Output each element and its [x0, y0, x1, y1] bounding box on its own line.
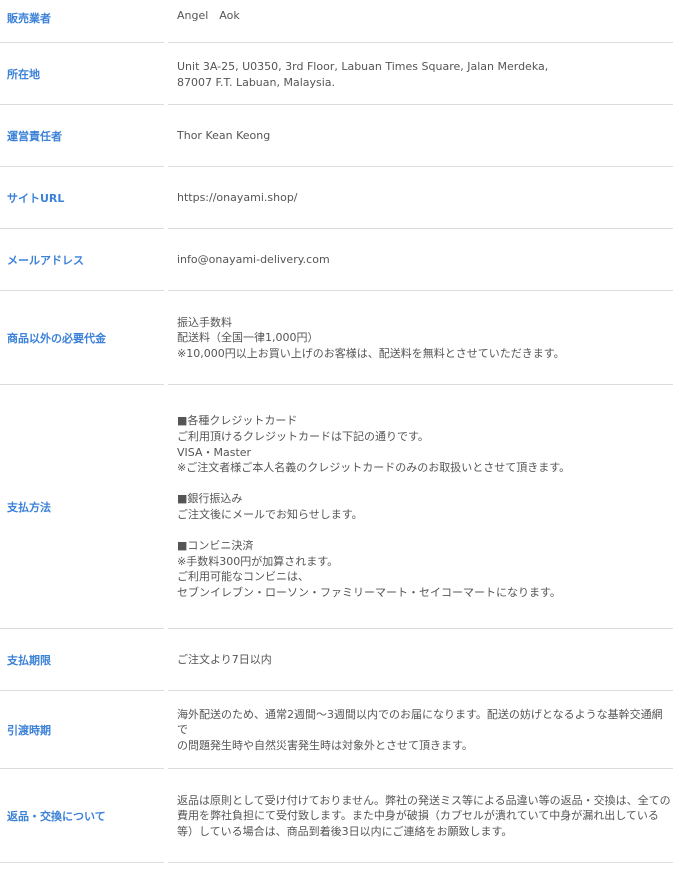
- value-site-url: https://onayami.shop/: [165, 167, 673, 229]
- email-address: info@onayami-delivery.com: [177, 253, 330, 267]
- row-returns: 返品・交換について 返品は原則として受け付けておりません。弊社の発送ミス等による…: [0, 769, 673, 863]
- label-seller: 販売業者: [7, 12, 51, 25]
- address-line-1: Unit 3A-25, U0350, 3rd Floor, Labuan Tim…: [177, 60, 549, 74]
- payment-line-5: [177, 476, 570, 492]
- row-manager: 運営責任者 Thor Kean Keong: [0, 105, 673, 167]
- fee-line-2: 配送料（全国一律1,000円）: [177, 331, 319, 345]
- fee-line-3: ※10,000円以上お買い上げのお客様は、配送料を無料とさせていただきます。: [177, 346, 565, 360]
- row-site-url: サイトURL https://onayami.shop/: [0, 167, 673, 229]
- label-payment-methods: 支払方法: [7, 501, 51, 514]
- value-manager: Thor Kean Keong: [165, 105, 673, 167]
- row-address: 所在地 Unit 3A-25, U0350, 3rd Floor, Labuan…: [0, 43, 673, 105]
- value-payment-methods: ■各種クレジットカード ご利用頂けるクレジットカードは下記の通りです。 VISA…: [165, 385, 673, 629]
- label-address: 所在地: [7, 68, 40, 81]
- payment-line-12: セブンイレブン・ローソン・ファミリーマート・セイコーマートになります。: [177, 585, 561, 599]
- value-seller: Angel Aok: [165, 0, 673, 43]
- returns-line-2: 費用を弊社負担にて受付致します。また中身が破損（カプセルが潰れていて中身が漏れ出…: [177, 809, 659, 823]
- payment-line-6: ■銀行振込み: [177, 492, 243, 506]
- address-line-2: 87007 F.T. Labuan, Malaysia.: [177, 76, 336, 89]
- row-email: メールアドレス info@onayami-delivery.com: [0, 229, 673, 291]
- row-seller: 販売業者 Angel Aok: [0, 0, 673, 43]
- fee-line-1: 振込手数料: [177, 315, 232, 329]
- delivery-line-2: の問題発生時や自然災害発生時は対象外とさせて頂きます。: [177, 738, 473, 752]
- seller-name: Angel Aok: [177, 9, 240, 22]
- label-extra-fees: 商品以外の必要代金: [7, 332, 106, 345]
- label-payment-deadline: 支払期限: [7, 654, 51, 667]
- payment-line-4: ※ご注文者様ご本人名義のクレジットカードのみのお取扱いとさせて頂きます。: [177, 461, 571, 475]
- value-payment-deadline: ご注文より7日以内: [165, 629, 673, 691]
- site-url: https://onayami.shop/: [177, 191, 298, 205]
- payment-line-9: ■コンビニ決済: [177, 539, 254, 553]
- manager-name: Thor Kean Keong: [177, 129, 271, 143]
- row-delivery-time: 引渡時期 海外配送のため、通常2週間～3週間以内でのお届になります。配送の妨げと…: [0, 691, 673, 769]
- deadline-text: ご注文より7日以内: [177, 653, 272, 667]
- delivery-line-1: 海外配送のため、通常2週間～3週間以内でのお届になります。配送の妨げとなるような…: [177, 707, 663, 737]
- label-returns: 返品・交換について: [7, 810, 106, 823]
- payment-line-10: ※手数料300円が加算されます。: [177, 554, 339, 568]
- returns-line-3: 等）している場合は、商品到着後3日以内にご連絡をお願致します。: [177, 824, 513, 838]
- row-extra-fees: 商品以外の必要代金 振込手数料 配送料（全国一律1,000円） ※10,000円…: [0, 291, 673, 385]
- payment-line-2: ご利用頂けるクレジットカードは下記の通りです。: [177, 430, 429, 444]
- payment-line-3: VISA・Master: [177, 445, 252, 459]
- row-payment-methods: 支払方法 ■各種クレジットカード ご利用頂けるクレジットカードは下記の通りです。…: [0, 385, 673, 629]
- label-email: メールアドレス: [7, 254, 84, 267]
- payment-line-7: ご注文後にメールでお知らせします。: [177, 508, 363, 521]
- value-delivery-time: 海外配送のため、通常2週間～3週間以内でのお届になります。配送の妨げとなるような…: [165, 691, 673, 769]
- payment-line-8: [177, 523, 570, 539]
- commerce-law-table: 販売業者 Angel Aok 所在地 Unit 3A-25, U0350, 3r…: [0, 0, 673, 863]
- label-delivery-time: 引渡時期: [7, 724, 51, 737]
- payment-line-1: ■各種クレジットカード: [177, 414, 298, 428]
- value-extra-fees: 振込手数料 配送料（全国一律1,000円） ※10,000円以上お買い上げのお客…: [165, 291, 673, 385]
- returns-line-1: 返品は原則として受け付けておりません。弊社の発送ミス等による品違い等の返品・交換…: [177, 793, 671, 807]
- value-email: info@onayami-delivery.com: [165, 229, 673, 291]
- value-address: Unit 3A-25, U0350, 3rd Floor, Labuan Tim…: [165, 43, 673, 105]
- label-site-url: サイトURL: [7, 192, 65, 205]
- value-returns: 返品は原則として受け付けておりません。弊社の発送ミス等による品違い等の返品・交換…: [165, 769, 673, 863]
- row-payment-deadline: 支払期限 ご注文より7日以内: [0, 629, 673, 691]
- payment-line-11: ご利用可能なコンビニは、: [177, 570, 309, 584]
- label-manager: 運営責任者: [7, 130, 62, 143]
